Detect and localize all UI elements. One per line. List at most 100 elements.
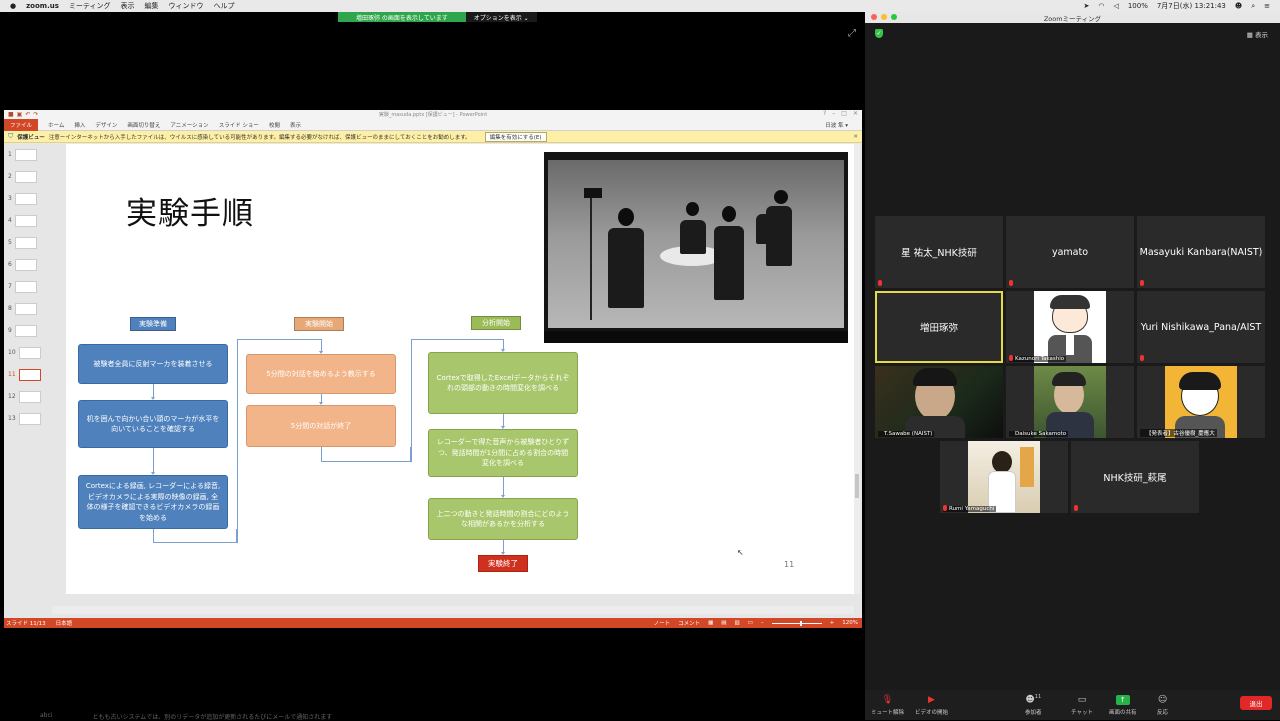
comments-button[interactable]: コメント [678, 619, 700, 627]
slide-thumb[interactable]: 4 [8, 212, 46, 229]
flow-arrow [319, 339, 323, 354]
participant-tile[interactable]: NHK技研_萩尾 [1071, 441, 1199, 513]
enable-editing-button[interactable]: 編集を有効にする(E) [484, 131, 547, 142]
save-icon[interactable]: ▣ [17, 111, 23, 118]
slide-canvas[interactable]: 実験手順 実験準備 被験者全員に反射マーカを装着させる 机を囲んで向かい合い頭の… [66, 144, 854, 594]
slide-thumb[interactable]: 5 [8, 234, 46, 251]
slide-thumb[interactable]: 8 [8, 300, 46, 317]
encryption-shield-icon[interactable]: ✓ [875, 29, 883, 38]
help-icon[interactable]: ? [823, 110, 826, 117]
menu-meeting[interactable]: ミーティング [69, 1, 111, 11]
close-icon[interactable]: ✕ [853, 110, 858, 117]
minimize-window-icon[interactable] [881, 14, 887, 20]
slideshow-icon[interactable]: ▭ [748, 620, 753, 626]
slide-thumb-selected[interactable]: 11 [8, 366, 46, 383]
slide-thumb[interactable]: 1 [8, 146, 46, 163]
macos-menubar: ● zoom.us ミーティング 表示 編集 ウィンドウ ヘルプ ➤ ◠ ◁ 1… [0, 0, 1280, 12]
slide-thumb-number: 5 [8, 239, 12, 246]
menu-edit[interactable]: 編集 [145, 1, 159, 11]
zoom-slider[interactable] [771, 620, 822, 626]
normal-view-icon[interactable]: ▦ [708, 620, 713, 626]
tab-animations[interactable]: アニメーション [170, 121, 208, 129]
slide-thumb[interactable]: 2 [8, 168, 46, 185]
slide-thumb[interactable]: 3 [8, 190, 46, 207]
maximize-icon[interactable]: □ [841, 110, 847, 117]
close-window-icon[interactable] [871, 14, 877, 20]
reactions-button[interactable]: ☺ 反応 [1157, 695, 1168, 716]
tab-transitions[interactable]: 画面切り替え [127, 121, 160, 129]
participant-tile[interactable]: Masayuki Kanbara(NAIST) [1137, 216, 1265, 288]
tab-design[interactable]: デザイン [95, 121, 117, 129]
background-text: abci ともも古いシステムでは、別のリデータが追加が更新されるたびにメールで通… [0, 712, 864, 721]
video-controls[interactable] [544, 331, 848, 343]
tab-file[interactable]: ファイル [4, 118, 39, 131]
minimize-icon[interactable]: – [832, 110, 835, 117]
vertical-scrollbar[interactable] [854, 144, 860, 594]
slide-thumb[interactable]: 9 [8, 322, 46, 339]
apple-icon[interactable]: ● [10, 2, 16, 10]
app-menu[interactable]: zoom.us [26, 2, 59, 10]
menu-view[interactable]: 表示 [121, 1, 135, 11]
undo-icon[interactable]: ↶ [25, 111, 30, 118]
view-button[interactable]: ▦ 表示 [1247, 29, 1268, 39]
horizontal-scrollbar[interactable] [52, 606, 854, 614]
flow-box: 5分間の対話が終了 [246, 405, 396, 447]
notes-button[interactable]: ノート [654, 619, 671, 627]
slide-thumb[interactable]: 7 [8, 278, 46, 295]
scrollbar-thumb[interactable] [855, 474, 859, 498]
redo-icon[interactable]: ↷ [33, 111, 38, 118]
location-icon[interactable]: ➤ [1083, 2, 1089, 10]
view-options-button[interactable]: オプションを表示 ⌄ [465, 12, 537, 22]
participant-tile-active-speaker[interactable]: 増田琢弥 [875, 291, 1003, 363]
pp-user-menu[interactable]: 日波 隼 ▾ [825, 121, 848, 129]
tab-slideshow[interactable]: スライド ショー [219, 121, 259, 129]
menu-window[interactable]: ウィンドウ [169, 1, 204, 11]
participant-tile[interactable]: yamato [1006, 216, 1134, 288]
start-video-button[interactable]: ▶︎ ビデオの開始 [915, 695, 948, 716]
background-line: ともも古いシステムでは、別のリデータが追加が更新されるたびにメールで通知されます [92, 714, 333, 721]
protected-view-message: 注意ーインターネットから入手したファイルは、ウイルスに感染している可能性がありま… [48, 134, 471, 141]
slide-thumb[interactable]: 12 [8, 388, 46, 405]
chat-icon: ▭ [1077, 695, 1087, 705]
volume-icon[interactable]: ◁ [1113, 2, 1118, 10]
expand-icon[interactable]: ⤢ [848, 28, 856, 39]
wifi-icon[interactable]: ◠ [1098, 2, 1104, 10]
menu-help[interactable]: ヘルプ [214, 1, 235, 11]
participants-button[interactable]: ☻11 参加者 [1025, 694, 1042, 716]
participant-tile[interactable]: Kazunori Takashio [1006, 291, 1134, 363]
battery-label[interactable]: 100% [1128, 2, 1148, 10]
participant-tile[interactable]: Rumi Yamaguchi [940, 441, 1068, 513]
chat-button[interactable]: ▭ チャット [1071, 695, 1093, 716]
participant-tile[interactable]: 星 祐太_NHK技研 [875, 216, 1003, 288]
slide-thumb-preview [18, 390, 41, 403]
unmute-button[interactable]: 🎙︎ ミュート解除 [871, 695, 904, 716]
leave-button[interactable]: 退出 [1240, 696, 1272, 710]
slide-thumb[interactable]: 13 [8, 410, 46, 427]
share-screen-button[interactable]: ↑ 画面の共有 [1109, 695, 1137, 716]
flow-arrow [151, 384, 155, 400]
participant-tile[interactable]: Yuri Nishikawa_Pana/AIST [1137, 291, 1265, 363]
user-icon[interactable]: ☻ [1235, 2, 1242, 10]
status-language[interactable]: 日本語 [56, 619, 73, 627]
tab-view[interactable]: 表示 [290, 121, 301, 129]
search-icon[interactable]: ⌕ [1251, 2, 1255, 11]
slide-thumb[interactable]: 10 [8, 344, 46, 361]
tab-review[interactable]: 校閲 [269, 121, 280, 129]
slide-thumb-number: 8 [8, 305, 12, 312]
slide-thumb[interactable]: 6 [8, 256, 46, 273]
reading-view-icon[interactable]: ▥ [735, 620, 740, 626]
zoom-out-icon[interactable]: – [761, 620, 764, 626]
maximize-window-icon[interactable] [891, 14, 897, 20]
close-bar-icon[interactable]: ✕ [853, 134, 858, 140]
share-screen-label: 画面の共有 [1109, 710, 1137, 716]
zoom-level[interactable]: 120% [842, 620, 858, 626]
participant-tile[interactable]: Daisuke Sakamoto [1006, 366, 1134, 438]
participant-tile[interactable]: T.Sawabe (NAIST) [875, 366, 1003, 438]
participant-tile[interactable]: 【発表者】古谷優樹_慶應大 [1137, 366, 1265, 438]
slide-sorter-icon[interactable]: ▤ [721, 620, 726, 626]
tab-home[interactable]: ホーム [48, 121, 64, 129]
tab-insert[interactable]: 挿入 [74, 121, 85, 129]
list-icon[interactable]: ≡ [1264, 2, 1270, 10]
zoom-in-icon[interactable]: + [830, 620, 835, 626]
clock[interactable]: 7月7日(水) 13:21:43 [1157, 1, 1226, 11]
